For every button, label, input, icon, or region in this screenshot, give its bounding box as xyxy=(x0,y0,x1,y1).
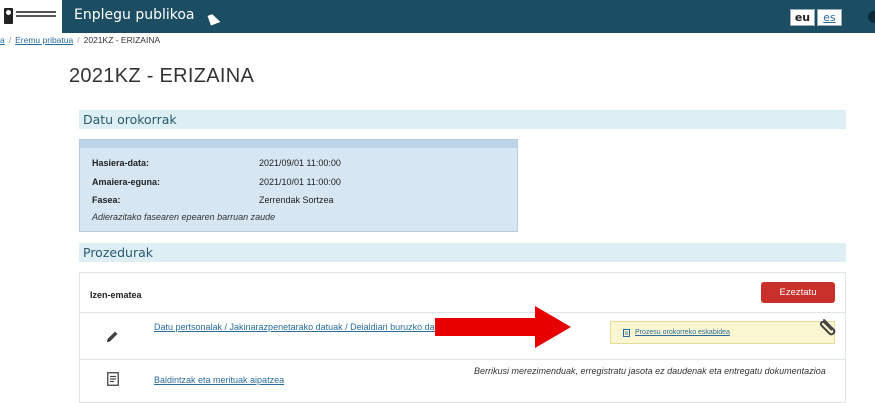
breadcrumb-current: 2021KZ - ERIZAINA xyxy=(83,35,161,45)
general-data-panel: Hasiera-data: 2021/09/01 11:00:00 Amaiera… xyxy=(79,139,518,232)
government-logo[interactable] xyxy=(0,0,62,33)
phase-value: Zerrendak Sortzea xyxy=(259,195,334,205)
general-request-box[interactable]: Prozesu orokorreko eskabidea xyxy=(610,321,835,344)
phase-note: Adierazitako fasearen epearen barruan za… xyxy=(92,212,276,222)
page-title: 2021KZ - ERIZAINA xyxy=(69,65,255,87)
mouse-cursor-icon xyxy=(207,12,221,26)
language-es-button[interactable]: es xyxy=(817,9,842,26)
start-date-label: Hasiera-data: xyxy=(92,158,150,168)
personal-data-link[interactable]: Datu pertsonalak / Jakinarazpenetarako d… xyxy=(154,322,454,333)
general-request-link[interactable]: Prozesu orokorreko eskabidea xyxy=(635,329,730,336)
procedures-heading: Prozedurak xyxy=(79,243,846,262)
start-date-row: Hasiera-data: 2021/09/01 11:00:00 xyxy=(92,158,341,168)
end-date-row: Amaiera-eguna: 2021/10/01 11:00:00 xyxy=(92,177,341,187)
end-date-value: 2021/10/01 11:00:00 xyxy=(259,177,341,187)
breadcrumb-separator: / xyxy=(77,35,80,45)
paperclip-icon xyxy=(819,319,836,336)
app-title[interactable]: Enplegu publikoa xyxy=(74,7,195,23)
phase-label: Fasea: xyxy=(92,195,121,205)
registration-title: Izen-ematea xyxy=(90,290,142,300)
file-icon xyxy=(623,329,630,337)
top-navigation-bar: Enplegu publikoa eu es xyxy=(0,0,875,33)
language-eu-button[interactable]: eu xyxy=(790,9,815,26)
pencil-icon xyxy=(107,331,118,342)
breadcrumb-private-area-link[interactable]: Eremu pribatua xyxy=(15,35,73,45)
general-data-heading: Datu orokorrak xyxy=(79,110,846,129)
breadcrumb-separator: / xyxy=(8,35,12,45)
merits-note: Berrikusi merezimenduak, erregistratu ja… xyxy=(474,366,826,376)
reject-button[interactable]: Ezeztatu xyxy=(761,282,835,303)
breadcrumb-home-link[interactable]: a xyxy=(0,35,5,45)
requirements-merits-link[interactable]: Baldintzak eta merituak aipatzea xyxy=(154,375,284,386)
panel-top-strip xyxy=(80,140,517,148)
user-menu-edge[interactable] xyxy=(868,11,875,23)
end-date-label: Amaiera-eguna: xyxy=(92,177,161,187)
red-arrow-annotation xyxy=(435,306,571,348)
procedure-row: Baldintzak eta merituak aipatzea Berriku… xyxy=(80,359,845,403)
document-icon xyxy=(107,372,119,386)
emblem-icon xyxy=(4,8,13,24)
logo-text-lines xyxy=(16,11,56,21)
breadcrumb: a / Eremu pribatua/2021KZ - ERIZAINA xyxy=(0,35,160,49)
phase-row: Fasea: Zerrendak Sortzea xyxy=(92,195,334,205)
start-date-value: 2021/09/01 11:00:00 xyxy=(259,158,341,168)
